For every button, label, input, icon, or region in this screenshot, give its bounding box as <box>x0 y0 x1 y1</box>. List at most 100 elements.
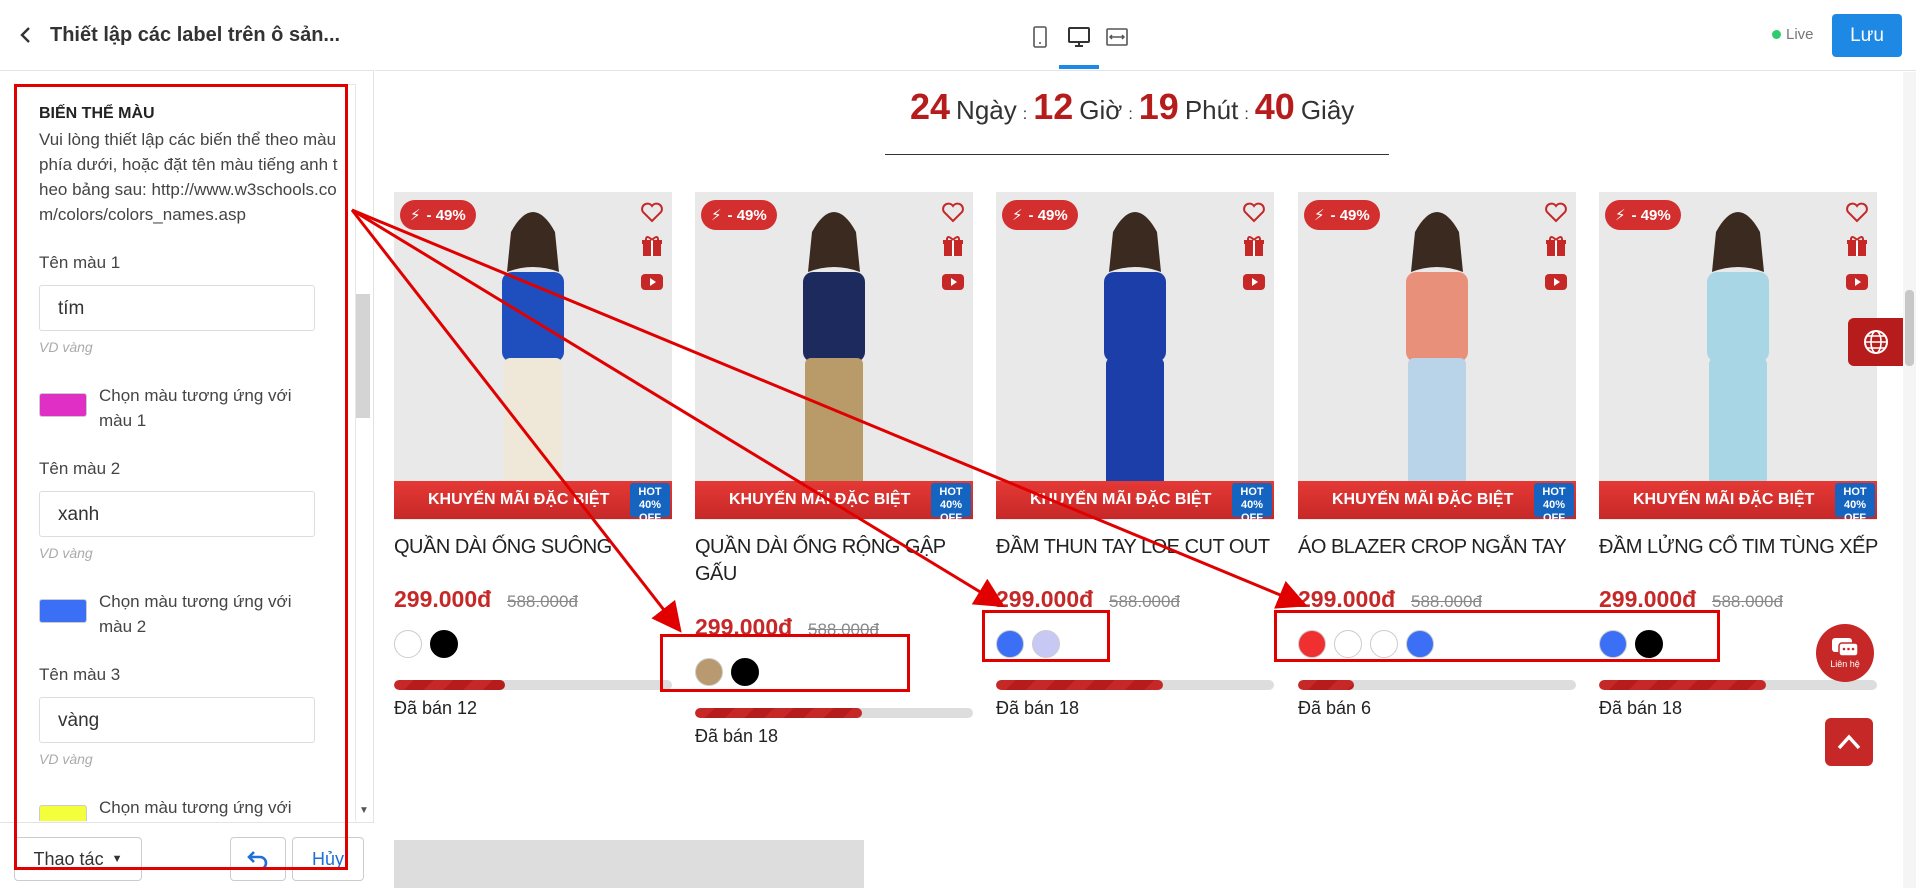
mobile-view-icon[interactable] <box>1025 22 1055 52</box>
countdown-seconds-unit: Giây <box>1300 95 1355 125</box>
video-icon[interactable] <box>638 270 666 294</box>
color-variant-swatch[interactable] <box>394 630 422 658</box>
scroll-to-top-button[interactable] <box>1825 718 1873 766</box>
promo-tag: HOT 40% OFF <box>1534 483 1574 520</box>
heart-icon[interactable] <box>1843 200 1871 224</box>
countdown-underline <box>885 154 1389 155</box>
sold-progress-fill <box>996 680 1163 690</box>
flash-icon: ⚡ <box>1314 207 1325 224</box>
scroll-down-icon[interactable]: ▼ <box>359 805 369 816</box>
discount-text: - 49% <box>1028 206 1068 224</box>
product-card[interactable]: ⚡ - 49% KHUYẾN MÃI ĐẶC BIỆT HOT 40% OFF Q… <box>394 192 672 752</box>
sold-progress-bar <box>695 708 973 718</box>
product-image[interactable]: ⚡ - 49% KHUYẾN MÃI ĐẶC BIỆT HOT 40% OFF <box>394 192 672 520</box>
flash-icon: ⚡ <box>1012 207 1023 224</box>
discount-text: - 49% <box>1330 206 1370 224</box>
banner-image <box>394 840 864 888</box>
gift-icon[interactable] <box>939 234 967 258</box>
promo-tag: HOT 40% OFF <box>1232 483 1272 520</box>
countdown-timer: 24 Ngày : 12 Giờ : 19 Phút : 40 Giây <box>910 86 1390 128</box>
discount-badge: ⚡ - 49% <box>1605 200 1681 230</box>
flash-icon: ⚡ <box>1615 207 1626 224</box>
product-old-price: 588.000đ <box>1109 592 1180 611</box>
video-icon[interactable] <box>1542 270 1570 294</box>
panel-header: Thiết lập các label trên ô sản... <box>0 0 374 71</box>
annotation-box-product-2 <box>660 634 910 692</box>
product-photo <box>1599 192 1877 520</box>
desktop-view-icon[interactable] <box>1064 22 1094 52</box>
product-image[interactable]: ⚡ - 49% KHUYẾN MÃI ĐẶC BIỆT HOT 40% OFF <box>1599 192 1877 520</box>
sold-progress-bar <box>394 680 672 690</box>
heart-icon[interactable] <box>1542 200 1570 224</box>
gift-icon[interactable] <box>638 234 666 258</box>
product-card[interactable]: ⚡ - 49% KHUYẾN MÃI ĐẶC BIỆT HOT 40% OFF Á… <box>1298 192 1576 752</box>
video-icon[interactable] <box>1240 270 1268 294</box>
product-price: 299.000đ <box>1298 586 1396 612</box>
sold-count: Đã bán 18 <box>695 726 779 746</box>
panel-title: Thiết lập các label trên ô sản... <box>50 23 341 46</box>
video-icon[interactable] <box>1843 270 1871 294</box>
product-name[interactable]: QUẦN DÀI ỐNG RỘNG GẬP GẤU <box>695 534 977 588</box>
sold-count: Đã bán 6 <box>1298 698 1372 718</box>
discount-badge: ⚡ - 49% <box>1304 200 1380 230</box>
product-price: 299.000đ <box>1599 586 1697 612</box>
product-photo <box>394 192 672 520</box>
back-arrow-icon[interactable] <box>16 26 34 44</box>
color-variants <box>394 630 466 658</box>
panel-scrollbar-thumb[interactable] <box>356 294 370 418</box>
discount-badge: ⚡ - 49% <box>400 200 476 230</box>
sold-progress-fill <box>394 680 506 690</box>
product-image[interactable]: ⚡ - 49% KHUYẾN MÃI ĐẶC BIỆT HOT 40% OFF <box>1298 192 1576 520</box>
countdown-seconds: 40 <box>1254 86 1295 127</box>
promo-tag: HOT 40% OFF <box>1835 483 1875 520</box>
product-name[interactable]: ĐẦM LỬNG CỔ TIM TÙNG XẾP <box>1599 534 1881 561</box>
sold-count: Đã bán 12 <box>394 698 478 718</box>
countdown-sep: : <box>1244 106 1249 123</box>
product-name[interactable]: ÁO BLAZER CROP NGẮN TAY <box>1298 534 1580 561</box>
product-old-price: 588.000đ <box>1411 592 1482 611</box>
product-price: 299.000đ <box>996 586 1094 612</box>
language-button[interactable] <box>1848 318 1903 366</box>
gift-icon[interactable] <box>1843 234 1871 258</box>
promo-tag: HOT 40% OFF <box>630 483 670 520</box>
product-image[interactable]: ⚡ - 49% KHUYẾN MÃI ĐẶC BIỆT HOT 40% OFF <box>996 192 1274 520</box>
sold-progress-bar <box>1599 680 1877 690</box>
live-label: Live <box>1786 26 1814 43</box>
annotation-box-product-4-5 <box>1274 610 1720 662</box>
top-toolbar <box>375 0 1916 71</box>
product-image[interactable]: ⚡ - 49% KHUYẾN MÃI ĐẶC BIỆT HOT 40% OFF <box>695 192 973 520</box>
countdown-days-unit: Ngày <box>956 95 1017 125</box>
contact-chat-button[interactable]: Liên hệ <box>1816 624 1874 682</box>
discount-text: - 49% <box>727 206 767 224</box>
sold-progress-fill <box>695 708 862 718</box>
sold-progress-fill <box>1298 680 1354 690</box>
fullwidth-view-icon[interactable] <box>1102 22 1132 52</box>
preview-scrollbar[interactable] <box>1903 72 1916 888</box>
heart-icon[interactable] <box>1240 200 1268 224</box>
chat-icon <box>1832 638 1859 657</box>
discount-text: - 49% <box>1631 206 1671 224</box>
product-photo <box>996 192 1274 520</box>
color-variant-swatch[interactable] <box>430 630 458 658</box>
heart-icon[interactable] <box>638 200 666 224</box>
promo-tag: HOT 40% OFF <box>931 483 971 520</box>
discount-badge: ⚡ - 49% <box>1002 200 1078 230</box>
product-price: 299.000đ <box>394 586 492 612</box>
countdown-sep: : <box>1128 106 1133 123</box>
sold-count: Đã bán 18 <box>996 698 1080 718</box>
gift-icon[interactable] <box>1240 234 1268 258</box>
annotation-box-panel <box>14 84 348 870</box>
live-status: Live <box>1772 26 1814 43</box>
product-card[interactable]: ⚡ - 49% KHUYẾN MÃI ĐẶC BIỆT HOT 40% OFF Đ… <box>996 192 1274 752</box>
product-photo <box>1298 192 1576 520</box>
gift-icon[interactable] <box>1542 234 1570 258</box>
sold-progress-bar <box>996 680 1274 690</box>
countdown-hours-unit: Giờ <box>1079 95 1123 125</box>
product-name[interactable]: ĐẦM THUN TAY LOE CUT OUT <box>996 534 1278 561</box>
product-name[interactable]: QUẦN DÀI ỐNG SUÔNG <box>394 534 676 561</box>
preview-scrollbar-thumb[interactable] <box>1905 290 1914 366</box>
sold-progress-fill <box>1599 680 1766 690</box>
video-icon[interactable] <box>939 270 967 294</box>
save-button[interactable]: Lưu <box>1832 14 1902 57</box>
heart-icon[interactable] <box>939 200 967 224</box>
